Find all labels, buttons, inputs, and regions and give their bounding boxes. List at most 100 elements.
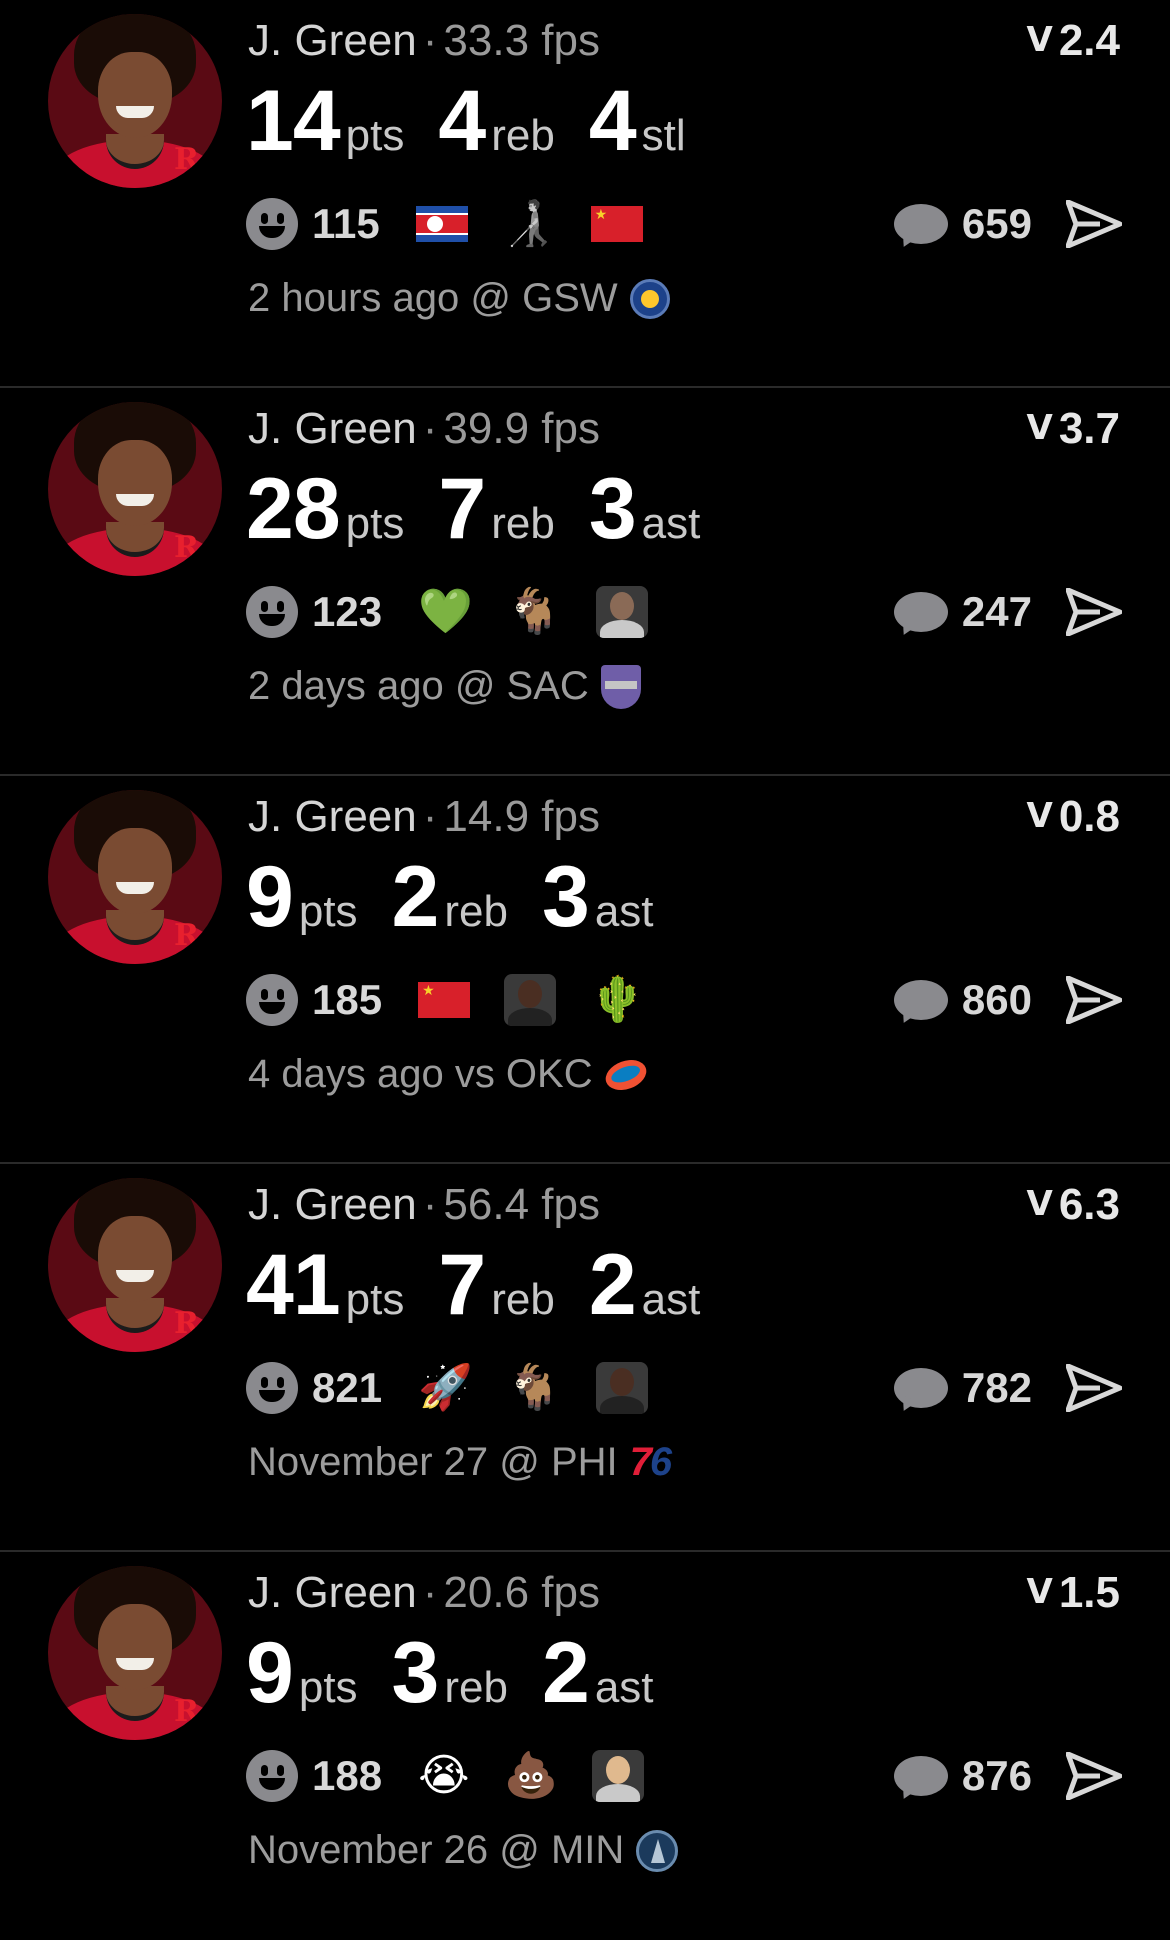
player-avatar[interactable]: R	[48, 1178, 222, 1352]
fps-value: 20.6 fps	[443, 1568, 600, 1617]
send-icon[interactable]	[1066, 1752, 1122, 1800]
send-icon[interactable]	[1066, 976, 1122, 1024]
game-time-opponent[interactable]: 2 days ago @ SAC	[248, 664, 589, 709]
stat-line: 9 pts 3 reb 2 ast	[246, 1624, 688, 1723]
north-korea-flag-icon[interactable]	[415, 206, 468, 242]
player-name[interactable]: J. Green	[248, 792, 417, 841]
player-photo-icon[interactable]	[595, 586, 648, 638]
stat-value: 3	[588, 461, 637, 557]
smiley-icon[interactable]	[246, 198, 298, 250]
stat-value: 4	[438, 73, 486, 169]
cactus-icon[interactable]: 🌵	[590, 972, 645, 1028]
player-avatar[interactable]: R	[48, 402, 222, 576]
stat-unit: stl	[641, 111, 686, 160]
post-card[interactable]: R J. Green · 14.9 fps ᐯ 0.8 9 pts 2 reb 3 ast 18…	[0, 776, 1170, 1164]
comment-bubble-icon	[893, 592, 948, 632]
player-photo-icon[interactable]	[595, 1362, 648, 1414]
rating: ᐯ 3.7	[1027, 404, 1121, 454]
player-avatar[interactable]: R	[48, 14, 222, 188]
post-title: J. Green · 20.6 fps	[248, 1568, 600, 1617]
sixers-logo-seven: 7	[629, 1440, 652, 1484]
rocket-icon[interactable]: 🚀	[418, 1360, 473, 1416]
reaction-count: 185	[312, 976, 383, 1023]
comments[interactable]: 782	[893, 1360, 1032, 1416]
stat-unit: reb	[491, 499, 555, 548]
fps-value: 33.3 fps	[443, 16, 600, 65]
green-heart-icon[interactable]: 💚	[418, 584, 473, 640]
rating: ᐯ 1.5	[1027, 1568, 1121, 1618]
stat-value: 3	[391, 1625, 440, 1721]
reactions-bar: 185 🌵	[246, 972, 679, 1028]
thunder-logo-icon	[601, 1054, 651, 1095]
stat-line: 28 pts 7 reb 3 ast	[246, 460, 734, 559]
player-name[interactable]: J. Green	[248, 1568, 417, 1617]
game-time-opponent[interactable]: 2 hours ago @ GSW	[248, 276, 618, 321]
fps-value: 14.9 fps	[443, 792, 600, 841]
smiley-icon[interactable]	[246, 974, 298, 1026]
stat-line: 41 pts 7 reb 2 ast	[246, 1236, 734, 1335]
stat-value: 4	[588, 73, 637, 169]
game-time-opponent[interactable]: November 27 @ PHI	[248, 1440, 618, 1485]
post-title: J. Green · 33.3 fps	[248, 16, 600, 65]
rating-icon: ᐯ	[1026, 797, 1053, 835]
send-icon[interactable]	[1066, 1364, 1122, 1412]
post-title: J. Green · 39.9 fps	[248, 404, 600, 453]
player-photo-icon[interactable]	[592, 1750, 645, 1802]
stat-unit: ast	[594, 1663, 654, 1712]
player-avatar[interactable]: R	[48, 1566, 222, 1740]
rating-value: 2.4	[1058, 16, 1120, 65]
comment-bubble-icon	[893, 1368, 948, 1408]
goat-icon[interactable]: 🐐	[507, 1360, 562, 1416]
comment-bubble-icon	[893, 1756, 948, 1796]
post-card[interactable]: R J. Green · 33.3 fps ᐯ 2.4 14 pts 4 reb 4 stl 1…	[0, 0, 1170, 388]
stat-unit: pts	[298, 1663, 358, 1712]
china-flag-icon[interactable]	[590, 206, 643, 242]
stat-value: 3	[541, 849, 590, 945]
comment-count: 659	[961, 200, 1032, 247]
send-icon[interactable]	[1066, 200, 1122, 248]
post-card[interactable]: R J. Green · 20.6 fps ᐯ 1.5 9 pts 3 reb 2 ast 18…	[0, 1552, 1170, 1940]
smiley-icon[interactable]	[246, 1362, 298, 1414]
rating-value: 6.3	[1058, 1180, 1120, 1229]
comments[interactable]: 876	[893, 1748, 1032, 1804]
reactions-bar: 115 🧑‍🦯	[246, 196, 677, 252]
player-name[interactable]: J. Green	[248, 1180, 417, 1229]
comments[interactable]: 860	[893, 972, 1032, 1028]
crying-face-icon[interactable]: 😭	[418, 1748, 469, 1804]
post-title: J. Green · 56.4 fps	[248, 1180, 600, 1229]
poop-icon[interactable]: 💩	[504, 1748, 559, 1804]
player-photo-icon[interactable]	[504, 974, 557, 1026]
game-meta: November 26 @ MIN	[248, 1828, 679, 1873]
stat-value: 28	[246, 461, 341, 557]
game-time-opponent[interactable]: November 26 @ MIN	[248, 1828, 624, 1873]
post-card[interactable]: R J. Green · 56.4 fps ᐯ 6.3 41 pts 7 reb 2 ast 8…	[0, 1164, 1170, 1552]
rating-value: 0.8	[1058, 792, 1120, 841]
walker-icon[interactable]: 🧑‍🦯	[502, 196, 557, 252]
reactions-bar: 123 💚 🐐	[246, 584, 682, 640]
smiley-icon[interactable]	[246, 1750, 298, 1802]
post-card[interactable]: R J. Green · 39.9 fps ᐯ 3.7 28 pts 7 reb 3 ast 1…	[0, 388, 1170, 776]
comments[interactable]: 247	[893, 584, 1032, 640]
comments[interactable]: 659	[893, 196, 1032, 252]
player-name[interactable]: J. Green	[248, 16, 417, 65]
fps-value: 56.4 fps	[443, 1180, 600, 1229]
goat-icon[interactable]: 🐐	[507, 584, 562, 640]
send-icon[interactable]	[1066, 588, 1122, 636]
fps-value: 39.9 fps	[443, 404, 600, 453]
comment-bubble-icon	[893, 980, 948, 1020]
comment-count: 860	[961, 976, 1032, 1023]
game-time-opponent[interactable]: 4 days ago vs OKC	[248, 1052, 593, 1097]
kings-logo-icon	[600, 664, 641, 709]
stat-unit: pts	[345, 499, 405, 548]
china-flag-icon[interactable]	[418, 982, 471, 1018]
game-meta: 2 hours ago @ GSW	[248, 276, 670, 321]
rating-icon: ᐯ	[1026, 1573, 1053, 1611]
stat-unit: reb	[491, 1275, 555, 1324]
player-name[interactable]: J. Green	[248, 404, 417, 453]
player-avatar[interactable]: R	[48, 790, 222, 964]
sixers-logo-icon: 76	[629, 1440, 673, 1485]
stat-unit: reb	[444, 887, 508, 936]
comment-count: 876	[961, 1752, 1032, 1799]
smiley-icon[interactable]	[246, 586, 298, 638]
game-feed: R J. Green · 33.3 fps ᐯ 2.4 14 pts 4 reb 4 stl 1…	[0, 0, 1170, 1926]
